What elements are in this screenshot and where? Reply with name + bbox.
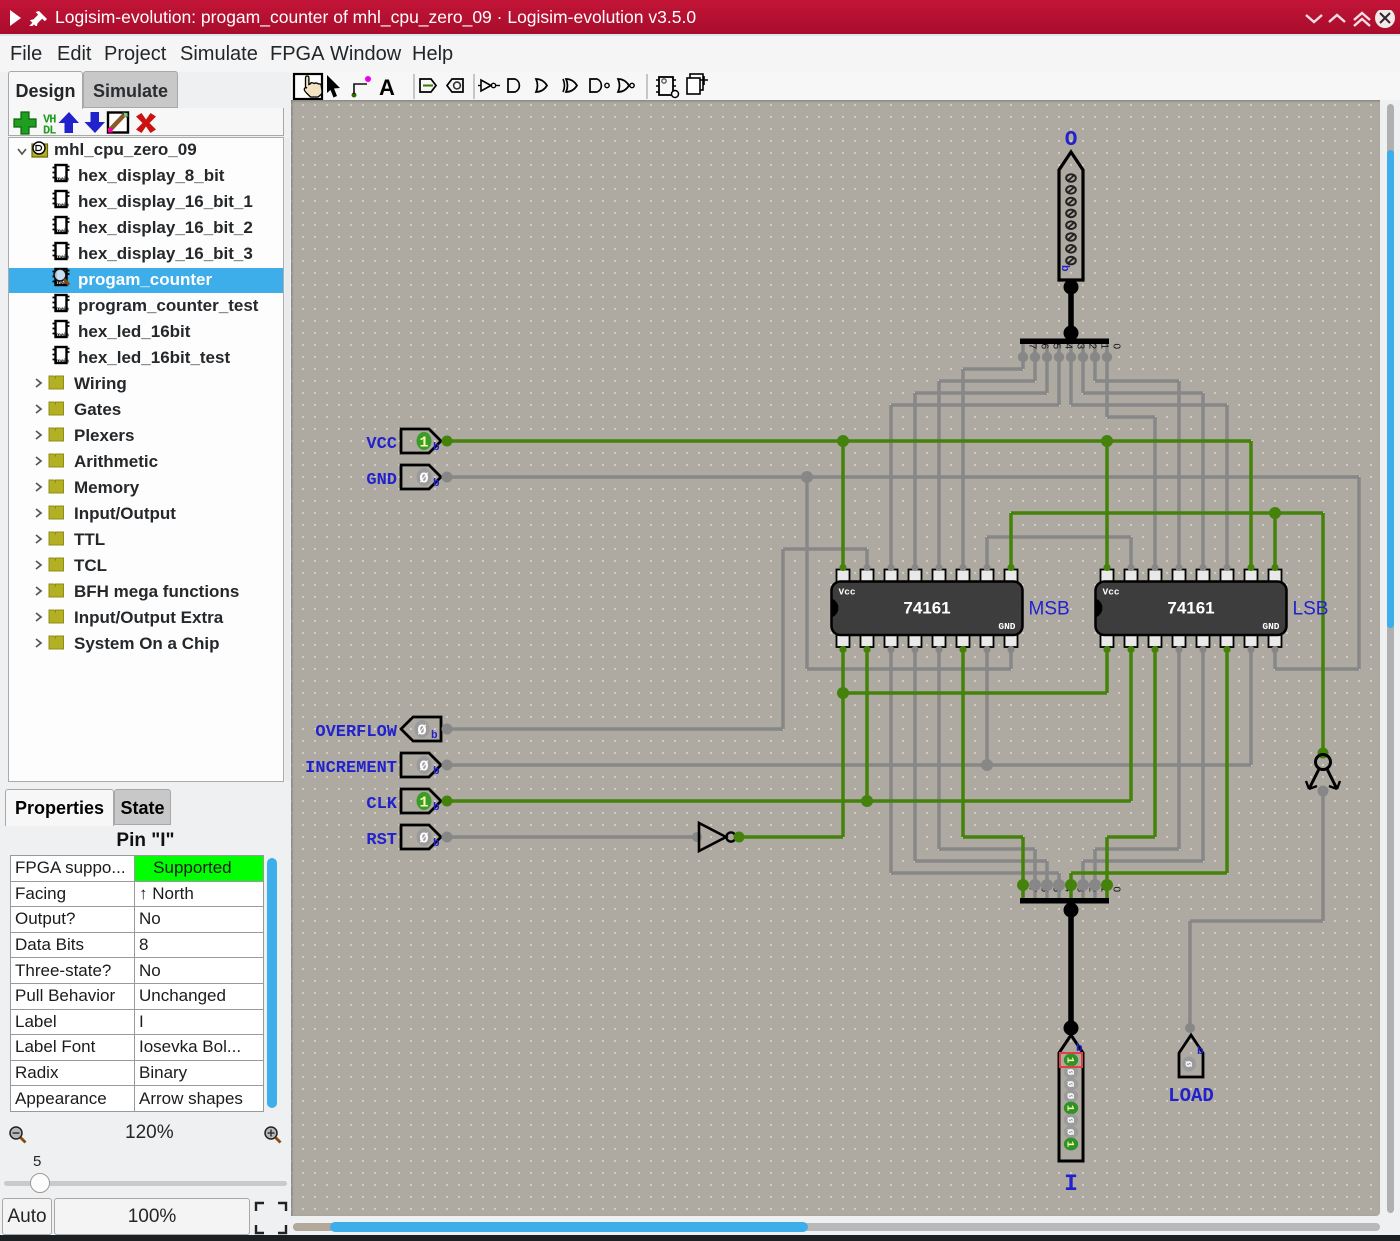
svg-text:GND: GND xyxy=(998,621,1015,632)
svg-text:CLK: CLK xyxy=(366,795,397,814)
svg-text:1: 1 xyxy=(1063,1105,1075,1111)
svg-text:7: 7 xyxy=(1027,344,1038,350)
svg-text:74161: 74161 xyxy=(1167,599,1214,618)
svg-text:4: 4 xyxy=(1063,344,1074,350)
svg-text:Ø: Ø xyxy=(1063,1129,1075,1136)
svg-text:b: b xyxy=(433,766,440,778)
svg-text:main: main xyxy=(56,177,69,183)
svg-text:Ø: Ø xyxy=(419,471,428,488)
svg-text:b: b xyxy=(1076,1043,1083,1055)
svg-text:O: O xyxy=(1065,129,1078,152)
svg-text:Ø: Ø xyxy=(1063,1117,1075,1124)
svg-text:Ø: Ø xyxy=(1063,1093,1075,1100)
svg-text:2: 2 xyxy=(1087,344,1098,350)
svg-text:b: b xyxy=(433,478,440,490)
svg-text:b: b xyxy=(433,802,440,814)
svg-text:main: main xyxy=(56,333,69,339)
svg-text:1: 1 xyxy=(419,795,428,812)
svg-text:Vcc: Vcc xyxy=(1103,587,1120,598)
svg-text:5: 5 xyxy=(1051,344,1062,350)
svg-text:Ø: Ø xyxy=(419,831,428,848)
svg-text:6: 6 xyxy=(1039,344,1050,350)
svg-text:GND: GND xyxy=(366,471,397,490)
svg-text:A: A xyxy=(379,75,395,100)
svg-text:1: 1 xyxy=(419,435,428,452)
svg-text:74161: 74161 xyxy=(903,599,950,618)
svg-text:main: main xyxy=(56,255,69,261)
svg-text:b: b xyxy=(431,730,438,742)
svg-text:3: 3 xyxy=(1075,344,1086,350)
svg-text:1: 1 xyxy=(1063,1141,1075,1147)
svg-text:OVERFLOW: OVERFLOW xyxy=(315,723,397,742)
svg-text:Ø: Ø xyxy=(1063,1081,1075,1088)
svg-text:LSB: LSB xyxy=(1293,599,1329,620)
svg-text:main: main xyxy=(56,307,69,313)
svg-text:Ø: Ø xyxy=(417,723,426,740)
svg-text:Ø: Ø xyxy=(1063,1069,1075,1076)
svg-text:main: main xyxy=(56,229,69,235)
svg-text:Ø: Ø xyxy=(419,759,428,776)
svg-text:VCC: VCC xyxy=(366,435,397,454)
svg-text:Ø: Ø xyxy=(1182,1061,1194,1068)
svg-text:b: b xyxy=(1058,265,1070,272)
svg-text:1: 1 xyxy=(1099,344,1110,350)
svg-text:0: 0 xyxy=(1111,344,1122,350)
svg-text:LOAD: LOAD xyxy=(1168,1085,1214,1107)
svg-text:1: 1 xyxy=(1063,1057,1075,1063)
svg-text:b: b xyxy=(433,442,440,454)
svg-text:main: main xyxy=(56,359,69,365)
svg-text:b: b xyxy=(433,838,440,850)
svg-text:main: main xyxy=(56,203,69,209)
svg-text:RST: RST xyxy=(366,831,397,850)
svg-text:I: I xyxy=(1064,1171,1078,1197)
svg-text:INCREMENT: INCREMENT xyxy=(305,759,397,778)
svg-text:DL: DL xyxy=(43,124,56,136)
svg-text:GND: GND xyxy=(1262,621,1279,632)
svg-text:Vcc: Vcc xyxy=(839,587,856,598)
svg-text:b: b xyxy=(1197,1046,1204,1058)
svg-text:MSB: MSB xyxy=(1029,599,1070,620)
